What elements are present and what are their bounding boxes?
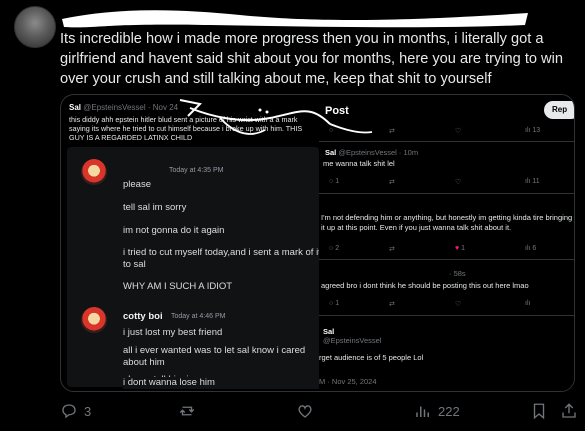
views-icon bbox=[416, 406, 429, 417]
like-icon: ♡ bbox=[455, 128, 462, 135]
share-icon bbox=[562, 403, 576, 418]
reply-time: · 58s bbox=[449, 269, 466, 278]
reply-text: I'm not defending him or anything, but h… bbox=[321, 213, 573, 232]
embedded-post-header: Sal @EpsteinsVessel · Nov 24 bbox=[69, 103, 178, 112]
views-icon: ılı 13 bbox=[525, 127, 541, 134]
right-screenshot-pane: Post Rep ○ ⇄ ♡ ılı 13 Sal @EpsteinsVesse… bbox=[319, 95, 574, 391]
reply-header: Sal @EpsteinsVessel bbox=[323, 327, 381, 345]
repost-icon: ⇄ bbox=[389, 301, 395, 308]
left-screenshot-pane: Sal @EpsteinsVessel · Nov 24 this diddy … bbox=[61, 95, 319, 391]
bookmark-icon bbox=[533, 403, 545, 420]
embedded-author: Sal bbox=[69, 103, 82, 112]
reply-button: Rep bbox=[544, 101, 574, 119]
reply-count: 1 bbox=[335, 300, 340, 307]
reply-header: · 58s bbox=[449, 269, 466, 278]
like-icon: ♡ bbox=[455, 179, 462, 186]
views-count: 222 bbox=[438, 403, 460, 419]
bookmark-button[interactable] bbox=[530, 402, 548, 420]
reply-author: Sal bbox=[323, 327, 335, 336]
reply-handle: @EpsteinsVessel bbox=[323, 336, 382, 345]
views-count: 13 bbox=[532, 127, 541, 134]
repost-button[interactable] bbox=[178, 402, 196, 420]
chat-message: tell sal im sorry bbox=[123, 202, 187, 213]
chat-message: im not gonna do it again bbox=[123, 225, 225, 236]
divider bbox=[319, 259, 574, 260]
redacted-name-scribble bbox=[62, 10, 528, 28]
reply-text: agreed bro i dont think he should be pos… bbox=[321, 281, 529, 290]
embedded-date: · Nov 24 bbox=[147, 103, 179, 112]
reply-actions: ○ 1 ⇄ ♡ ılı 11 bbox=[325, 178, 570, 190]
reply-icon: ○ 2 bbox=[329, 245, 340, 252]
views-count: 11 bbox=[532, 178, 540, 185]
divider bbox=[319, 141, 574, 142]
chat-avatar bbox=[81, 159, 107, 185]
views-icon: ılı 11 bbox=[525, 178, 540, 185]
divider bbox=[319, 193, 574, 194]
avatar[interactable] bbox=[14, 6, 56, 48]
reply-count: 1 bbox=[335, 178, 340, 185]
like-count: 1 bbox=[461, 245, 466, 252]
chat-message: i tried to cut myself today,and i sent a… bbox=[123, 247, 319, 270]
embedded-handle: @EpsteinsVessel bbox=[83, 103, 146, 112]
reply-header: Sal @EpsteinsVessel · 10m bbox=[325, 148, 418, 157]
reply-button[interactable]: 3 bbox=[60, 402, 91, 420]
reply-text: rget audience is of 5 people Lol bbox=[319, 353, 424, 362]
reply-icon: ○ bbox=[329, 127, 334, 134]
repost-icon bbox=[179, 406, 195, 416]
divider bbox=[319, 315, 574, 316]
post-text: Its incredible how i made more progress … bbox=[60, 31, 563, 87]
reply-date: M · Nov 25, 2024 bbox=[319, 377, 377, 386]
reply-icon: ○ 1 bbox=[329, 178, 340, 185]
chat-username: cotty boi bbox=[123, 311, 163, 322]
like-icon: ♥ 1 bbox=[455, 245, 466, 252]
views-icon: ılı 6 bbox=[525, 245, 537, 252]
chat-message: WHY AM I SUCH A IDIOT bbox=[123, 281, 233, 292]
views-button[interactable]: 222 bbox=[414, 402, 460, 420]
chat-screenshot: Today at 4:35 PM please tell sal im sorr… bbox=[67, 147, 319, 387]
repost-icon: ⇄ bbox=[389, 179, 395, 186]
embedded-screenshot[interactable]: Sal @EpsteinsVessel · Nov 24 this diddy … bbox=[60, 94, 575, 392]
chat-message: please bbox=[123, 179, 151, 190]
reply-icon: ○ 1 bbox=[329, 300, 340, 307]
reply-text: me wanna talk shit lel bbox=[323, 159, 395, 168]
views-icon: ılı bbox=[525, 300, 531, 307]
chat-message: i dont wanna lose him bbox=[123, 377, 319, 389]
like-button[interactable] bbox=[296, 402, 314, 420]
views-count: 6 bbox=[532, 245, 537, 252]
share-button[interactable] bbox=[560, 402, 578, 420]
post-action-bar: 3 222 bbox=[60, 400, 580, 424]
repost-icon: ⇄ bbox=[389, 246, 395, 253]
post-actions: ○ ⇄ ♡ ılı 13 bbox=[325, 127, 570, 139]
chat-message: i just lost my best friend bbox=[123, 327, 223, 338]
chat-message: all i ever wanted was to let sal know i … bbox=[123, 345, 306, 368]
reply-handle: @EpsteinsVessel · 10m bbox=[338, 148, 419, 157]
reply-count: 2 bbox=[335, 245, 340, 252]
reply-count: 3 bbox=[84, 403, 92, 419]
post-view-title: Post bbox=[325, 105, 349, 117]
embedded-post-text: this diddy ahh epstein hitler blud sent … bbox=[69, 115, 303, 142]
like-icon: ♡ bbox=[455, 301, 462, 308]
reply-icon bbox=[62, 404, 76, 419]
repost-icon: ⇄ bbox=[389, 128, 395, 135]
chat-timestamp: Today at 4:46 PM bbox=[171, 313, 226, 320]
reply-actions: ○ 1 ⇄ ♡ ılı bbox=[325, 300, 570, 312]
like-icon bbox=[298, 405, 312, 418]
chat-timestamp: Today at 4:35 PM bbox=[169, 167, 224, 174]
chat-avatar bbox=[81, 307, 107, 333]
reply-author: Sal bbox=[325, 148, 337, 157]
reply-actions: ○ 2 ⇄ ♥ 1 ılı 6 bbox=[325, 245, 570, 257]
